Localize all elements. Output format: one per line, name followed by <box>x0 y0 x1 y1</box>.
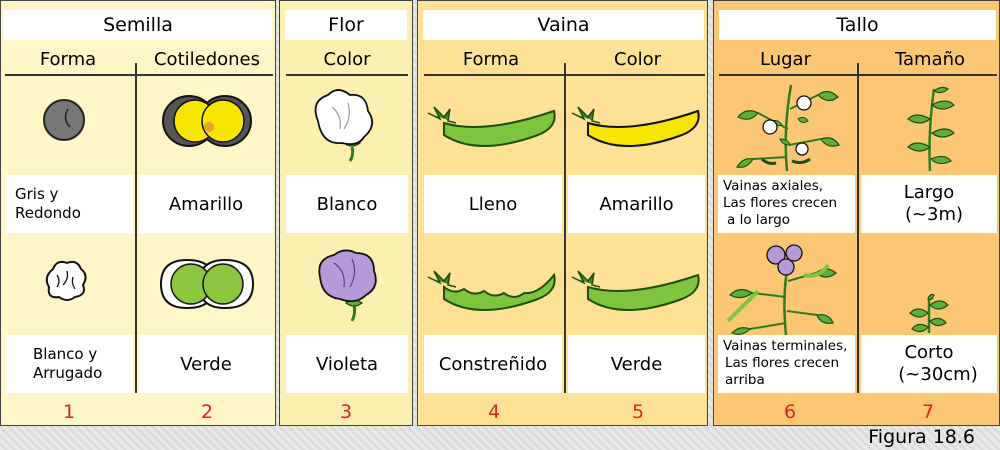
white-flower-icon <box>314 89 374 162</box>
cell-text-line: Redondo <box>15 204 81 222</box>
panel-vaina: Vaina Forma Color Lleno Amarillo Constre… <box>417 0 708 426</box>
group-title-tallo: Tallo <box>719 10 996 40</box>
cell-color-verde: Verde <box>568 335 705 393</box>
cell-text-line: Gris y <box>15 185 59 203</box>
cell-text-line: Arrugado <box>33 364 103 382</box>
cell-text-line: Largo <box>903 182 955 203</box>
column-number: 6 <box>783 401 797 423</box>
cell-color-blanco: Blanco <box>286 175 408 233</box>
header-divider <box>286 74 408 76</box>
cell-lugar-terminales: Vainas terminales, Las flores crecen arr… <box>718 335 855 393</box>
tall-plant-icon <box>907 86 955 172</box>
cell-text-line: a lo largo <box>727 212 791 228</box>
figure-caption: Figura 18.6 <box>868 426 975 448</box>
subheader-forma-vaina: Forma <box>462 49 520 70</box>
column-number: 2 <box>200 401 214 423</box>
column-number: 3 <box>339 401 353 423</box>
column-divider <box>135 63 137 393</box>
column-number: 7 <box>921 401 935 423</box>
cell-text-line: (~30cm) <box>898 364 978 385</box>
cell-forma-redondo: Gris y Redondo <box>5 175 133 233</box>
cell-text-line: Las flores crecen <box>725 355 840 371</box>
column-number: 4 <box>487 401 501 423</box>
panel-flor: Flor Color Blanco Violeta 3 <box>279 0 413 426</box>
header-divider <box>5 74 273 76</box>
terminal-plant-icon <box>726 244 837 336</box>
cell-text-line: arriba <box>725 372 765 388</box>
constricted-green-pod-icon <box>427 270 556 311</box>
panel-semilla: Semilla Forma Cotiledones Gris y Redondo… <box>0 0 276 426</box>
group-title-semilla: Semilla <box>4 10 272 40</box>
short-plant-icon <box>909 293 949 333</box>
cell-text-line: Vainas axiales, <box>723 178 824 194</box>
cell-color-violeta: Violeta <box>286 335 408 393</box>
subheader-forma: Forma <box>39 49 97 70</box>
cell-tamano-largo: Largo (~3m) <box>861 175 997 233</box>
cell-forma-lleno: Lleno <box>424 175 562 233</box>
cell-forma-arrugado: Blanco y Arrugado <box>5 335 133 393</box>
yellow-pod-icon <box>571 106 700 147</box>
column-divider <box>564 63 566 393</box>
column-number: 1 <box>62 401 76 423</box>
gray-round-seed-icon <box>43 99 85 141</box>
green-pod-icon <box>571 270 700 311</box>
yellow-cotyledons-icon <box>162 95 252 147</box>
green-cotyledons-icon <box>159 258 255 310</box>
cell-lugar-axiales: Vainas axiales, Las flores crecen a lo l… <box>718 175 855 233</box>
cell-cotiledones-verde: Verde <box>139 335 273 393</box>
cell-text-line: Las flores crecen <box>723 195 838 211</box>
column-number: 5 <box>631 401 645 423</box>
cell-tamano-corto: Corto (~30cm) <box>861 335 997 393</box>
cell-forma-constrenido: Constreñido <box>424 335 562 393</box>
cell-text-line: Blanco y <box>33 345 98 363</box>
white-wrinkled-seed-icon <box>45 260 87 301</box>
cell-text-line: Vainas terminales, <box>723 338 848 354</box>
cell-cotiledones-amarillo: Amarillo <box>139 175 273 233</box>
violet-flower-icon <box>318 249 377 322</box>
axial-plant-icon <box>736 84 840 172</box>
cell-color-amarillo: Amarillo <box>568 175 705 233</box>
subheader-tamano: Tamaño <box>894 49 966 70</box>
subheader-lugar: Lugar <box>760 49 811 70</box>
cell-text-line: Corto <box>904 342 954 363</box>
subheader-cotiledones: Cotiledones <box>153 49 260 70</box>
full-green-pod-icon <box>427 106 556 147</box>
panel-tallo: Tallo Lugar Tamaño Vainas axiales, Las f… <box>713 0 1000 426</box>
subheader-color: Color <box>323 49 371 70</box>
group-title-flor: Flor <box>285 10 407 40</box>
group-title-vaina: Vaina <box>423 10 704 40</box>
column-divider <box>857 63 859 393</box>
subheader-color-vaina: Color <box>614 49 661 70</box>
cell-text-line: (~3m) <box>904 204 964 225</box>
